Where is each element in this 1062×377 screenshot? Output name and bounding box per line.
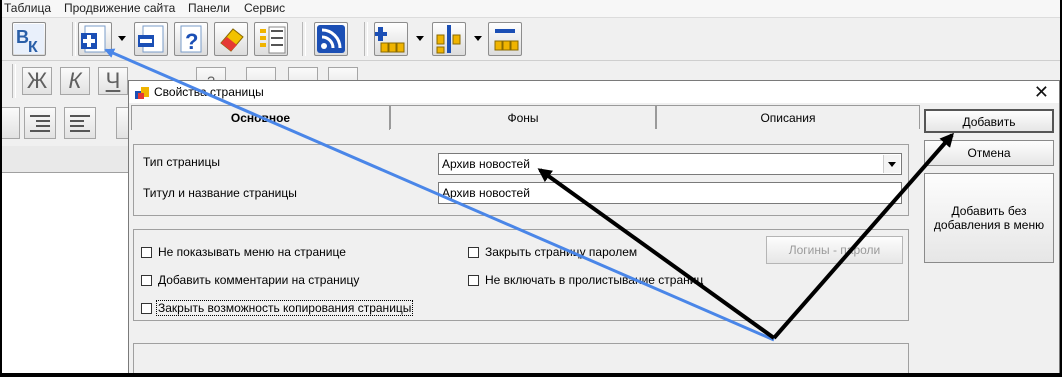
eraser-icon [220,28,244,52]
vk-button[interactable]: В К [12,22,46,56]
align-left-button[interactable] [2,107,20,139]
toolbar-separator [12,64,16,98]
help-button[interactable]: ? [174,22,208,56]
rss-button[interactable] [314,22,348,56]
disable-copy-label: Закрыть возможность копирования страницы [156,300,414,316]
dialog-bottom-group [133,343,909,373]
svg-text:К: К [28,39,38,56]
add-comments-label: Добавить комментарии на страницу [158,273,360,287]
indent-increase-button[interactable] [24,107,56,139]
add-button[interactable]: Добавить [924,109,1054,133]
toolbar-separator [364,22,368,56]
page-properties-dialog: Свойства страницы ✕ Основное Фоны Описан… [128,80,1060,373]
indent-decrease-icon [70,115,90,132]
page-title-value: Архив новостей [442,186,530,200]
chevron-down-icon[interactable] [883,155,900,173]
page-options-group: Не показывать меню на странице Закрыть с… [133,229,909,321]
page-settings-group: Тип страницы Архив новостей Титул и назв… [133,144,909,216]
password-protect-checkbox[interactable] [468,247,479,258]
toolbar-separator [302,22,306,56]
menu-site-promotion[interactable]: Продвижение сайта [64,1,175,15]
add-block-icon [375,27,405,53]
list-button[interactable] [254,22,288,56]
logins-passwords-button[interactable]: Логины - пароли [766,236,903,264]
add-page-button[interactable] [78,22,112,56]
menu-table[interactable]: Таблица [4,1,51,15]
dialog-tabs: Основное Фоны Описания [131,105,921,130]
remove-page-icon [138,25,164,53]
chevron-down-icon[interactable] [474,36,482,41]
menu-bar: Таблица Продвижение сайта Панели Сервис [2,0,1060,18]
remove-page-button[interactable] [134,22,168,56]
add-block-button[interactable] [374,22,408,56]
indent-increase-icon [30,115,50,132]
list-icon [260,26,286,54]
add-comments-checkbox[interactable] [141,275,152,286]
remove-block-button[interactable] [488,22,522,56]
dialog-titlebar: Свойства страницы ✕ [129,81,1059,103]
toolbar-separator [72,22,76,56]
hide-menu-checkbox[interactable] [141,247,152,258]
page-type-label: Тип страницы [143,155,221,169]
disable-copy-checkbox[interactable] [141,303,152,314]
eraser-button[interactable] [214,22,248,56]
help-icon: ? [180,25,202,54]
page-title-label: Титул и название страницы [143,186,297,200]
page-type-value: Архив новостей [442,157,530,171]
chevron-down-icon[interactable] [118,36,126,41]
remove-block-icon [494,29,519,51]
bold-button[interactable]: Ж [22,67,52,95]
add-without-menu-button[interactable]: Добавить без добавления в меню [924,173,1054,263]
exclude-paging-label: Не включать в пролистывание страниц [485,273,704,287]
editor-area[interactable] [2,172,132,373]
page-type-select[interactable]: Архив новостей [438,153,902,175]
tab-backgrounds[interactable]: Фоны [390,105,656,129]
indent-decrease-button[interactable] [64,107,96,139]
tab-descriptions[interactable]: Описания [656,105,920,129]
tab-main[interactable]: Основное [131,105,390,130]
app-icon [135,87,149,99]
close-icon[interactable]: ✕ [1034,81,1049,103]
insert-block-button[interactable] [432,22,466,56]
password-protect-label: Закрыть страницу паролем [485,245,638,259]
underline-button[interactable]: Ч [98,67,128,95]
rss-icon [317,25,345,53]
exclude-paging-checkbox[interactable] [468,275,479,286]
add-page-icon [81,25,106,53]
dialog-title: Свойства страницы [154,85,264,99]
menu-panels[interactable]: Панели [188,1,230,15]
menu-service[interactable]: Сервис [244,1,285,15]
italic-button[interactable]: К [60,67,90,95]
chevron-down-icon[interactable] [416,36,424,41]
svg-text:?: ? [185,29,198,54]
editor-header [2,146,132,172]
cancel-button[interactable]: Отмена [924,140,1054,166]
insert-block-icon [436,25,461,54]
app-window: Таблица Продвижение сайта Панели Сервис … [2,0,1060,373]
vk-icon: В К [14,24,44,56]
page-title-input[interactable]: Архив новостей [438,182,902,204]
main-toolbar: В К ? [2,18,1060,61]
hide-menu-label: Не показывать меню на странице [158,245,346,259]
